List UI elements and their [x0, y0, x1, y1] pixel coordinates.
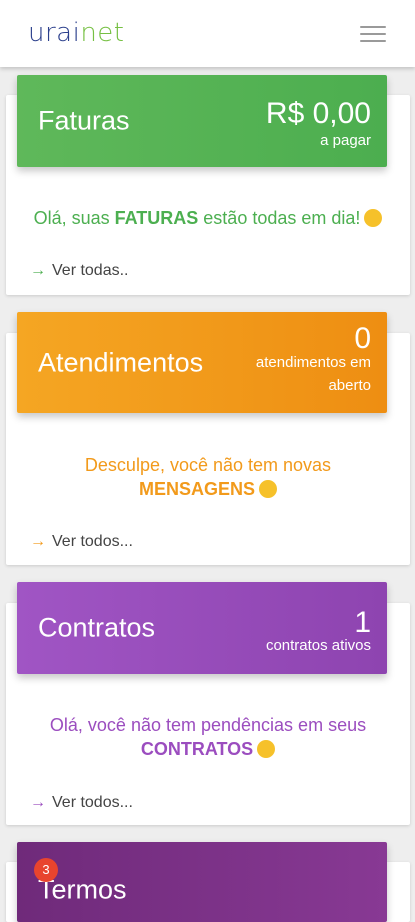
arrow-right-icon: →	[30, 533, 46, 550]
arrow-right-icon: →	[30, 262, 46, 279]
termos-header[interactable]: Termos	[17, 842, 387, 922]
urainet-logo: urainet	[28, 18, 125, 48]
contratos-title: Contratos	[38, 612, 156, 643]
atendimentos-count: 0	[354, 322, 371, 355]
termos-notification-badge: 3	[34, 858, 58, 882]
atendimentos-message: Desculpe, você não tem novas MENSAGENS	[84, 455, 332, 499]
contratos-caption: contratos ativos	[265, 637, 371, 654]
atendimentos-header[interactable]: Atendimentos 0 atendimentos em aberto	[17, 312, 387, 413]
contratos-header[interactable]: Contratos 1 contratos ativos	[17, 582, 387, 674]
faturas-see-all-link[interactable]: → Ver todas..	[30, 262, 129, 280]
contratos-message: Olá, você não tem pendências em seus CON…	[49, 715, 367, 759]
hamburger-menu-icon[interactable]	[360, 26, 386, 42]
faturas-header[interactable]: Faturas R$ 0,00 a pagar	[17, 75, 387, 167]
atendimentos-caption-2: aberto	[328, 377, 371, 394]
faturas-message: Olá, suas FATURAS estão todas em dia!	[6, 206, 410, 230]
faturas-amount: R$ 0,00	[265, 97, 371, 130]
faturas-amount-caption: a pagar	[320, 132, 371, 149]
faturas-title: Faturas	[38, 105, 130, 136]
atendimentos-caption-1: atendimentos em	[255, 354, 371, 371]
atendimentos-title: Atendimentos	[38, 347, 204, 377]
smile-emoji-icon	[259, 480, 277, 498]
contratos-see-all-link[interactable]: → Ver todos...	[30, 794, 133, 812]
atendimentos-see-all-link[interactable]: → Ver todos...	[30, 533, 133, 551]
app-header: urainet	[0, 0, 415, 67]
wink-emoji-icon	[364, 209, 383, 227]
arrow-right-icon: →	[30, 794, 46, 811]
smile-emoji-icon	[257, 740, 276, 758]
